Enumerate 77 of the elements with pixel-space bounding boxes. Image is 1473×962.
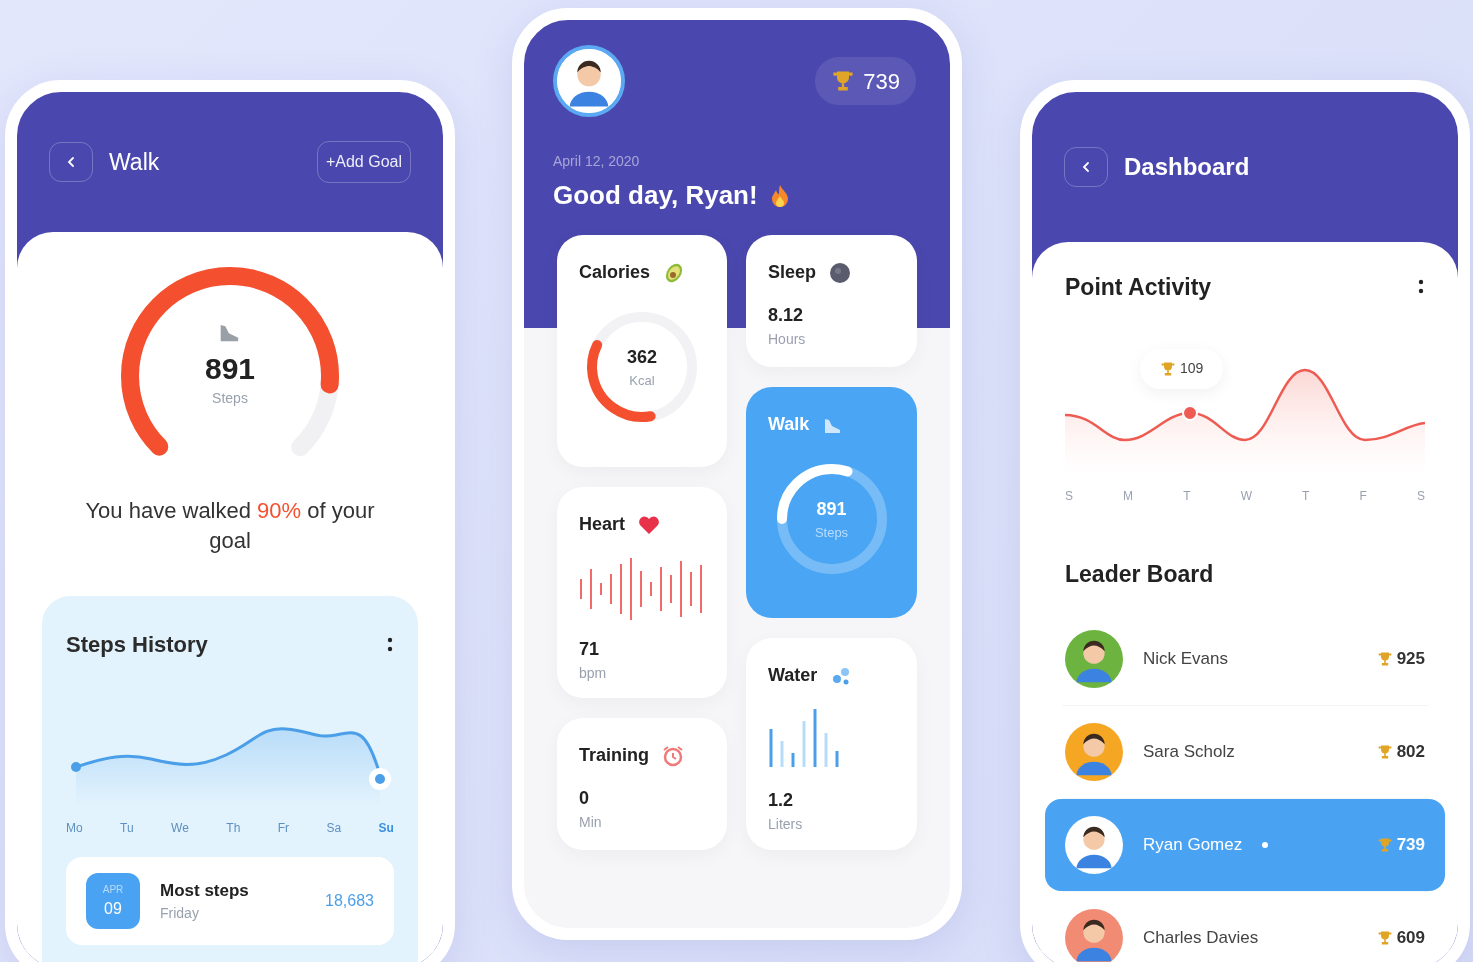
chevron-left-icon bbox=[1080, 161, 1092, 173]
online-dot-icon bbox=[1262, 842, 1269, 848]
card-value: 362 bbox=[626, 345, 657, 369]
day-label: Sa bbox=[326, 820, 342, 837]
player-name: Ryan Gomez bbox=[1143, 834, 1243, 857]
day-label: S bbox=[1065, 487, 1073, 505]
leaderboard-row[interactable]: Sara Scholz 802 bbox=[1045, 706, 1445, 798]
card-value: 0 bbox=[579, 787, 590, 810]
player-points: 609 bbox=[1396, 927, 1425, 950]
card-unit: Kcal bbox=[629, 371, 655, 390]
trophy-icon bbox=[1376, 744, 1393, 760]
trophy-icon bbox=[831, 69, 856, 93]
screen-title: Dashboard bbox=[1124, 152, 1250, 182]
card-unit: Hours bbox=[768, 330, 807, 349]
card-title: Heart bbox=[579, 513, 626, 536]
day-label: Mo bbox=[66, 820, 83, 837]
day-label: T bbox=[1302, 487, 1310, 505]
trophy-icon bbox=[1376, 837, 1393, 853]
card-title: Calories bbox=[579, 261, 651, 284]
chart-point bbox=[369, 768, 391, 790]
chevron-left-icon bbox=[65, 156, 77, 168]
moon-icon bbox=[828, 260, 853, 285]
player-name: Nick Evans bbox=[1143, 648, 1229, 671]
day-label: F bbox=[1359, 487, 1367, 505]
day-label: Th bbox=[226, 820, 241, 837]
card-value: 71 bbox=[579, 638, 601, 661]
day-label: Su bbox=[378, 820, 394, 837]
card-unit: Min bbox=[579, 813, 603, 832]
alarm-clock-icon bbox=[661, 743, 685, 768]
card-title: Walk bbox=[768, 413, 810, 436]
day-label: W bbox=[1240, 487, 1252, 505]
trophy-icon bbox=[1160, 360, 1176, 377]
chart-point bbox=[71, 762, 81, 772]
day-label: Fr bbox=[277, 820, 290, 837]
tooltip-value: 109 bbox=[1180, 359, 1204, 378]
date-text: April 12, 2020 bbox=[553, 152, 641, 171]
card-value: 8.12 bbox=[768, 304, 805, 327]
trophy-icon bbox=[1376, 651, 1393, 667]
card-unit: bpm bbox=[579, 664, 608, 683]
player-points: 925 bbox=[1396, 648, 1425, 671]
add-goal-button[interactable]: +Add Goal bbox=[316, 141, 411, 183]
most-steps-value: 18,683 bbox=[325, 891, 374, 911]
card-unit: Steps bbox=[814, 523, 849, 542]
leaderboard-row[interactable]: Nick Evans 925 bbox=[1045, 613, 1445, 705]
most-steps-day: Friday bbox=[160, 903, 306, 925]
card-title: Steps History bbox=[66, 631, 208, 659]
goal-message: You have walked 90% of your goal bbox=[85, 497, 375, 555]
card-value: 1.2 bbox=[768, 789, 795, 812]
date-month: APR bbox=[102, 882, 124, 897]
card-title: Sleep bbox=[768, 261, 817, 284]
card-unit: Liters bbox=[768, 815, 804, 834]
card-value: 891 bbox=[816, 497, 847, 521]
screen-title: Walk bbox=[109, 147, 160, 177]
trophy-icon bbox=[1376, 930, 1393, 946]
day-label: S bbox=[1416, 487, 1425, 505]
points-value: 739 bbox=[863, 67, 900, 96]
day-label: T bbox=[1183, 487, 1191, 505]
player-name: Sara Scholz bbox=[1143, 741, 1235, 764]
player-name: Charles Davies bbox=[1143, 927, 1259, 950]
chart-point bbox=[1182, 404, 1198, 421]
greeting: Good day, Ryan! bbox=[553, 179, 758, 212]
section-title: Leader Board bbox=[1064, 559, 1215, 589]
leaderboard-row[interactable]: Charles Davies 609 bbox=[1045, 892, 1445, 962]
day-label: Tu bbox=[120, 820, 134, 837]
date-day: 09 bbox=[104, 896, 122, 921]
player-points: 802 bbox=[1396, 741, 1425, 764]
day-label: M bbox=[1123, 487, 1134, 505]
flame-icon bbox=[769, 183, 790, 208]
most-steps-title: Most steps bbox=[160, 879, 250, 902]
section-title: Point Activity bbox=[1065, 273, 1212, 302]
card-title: Training bbox=[579, 744, 649, 767]
avatar bbox=[557, 49, 621, 113]
player-points: 739 bbox=[1396, 834, 1425, 857]
steps-unit: Steps bbox=[212, 388, 248, 408]
steps-value: 891 bbox=[204, 351, 256, 387]
day-label: We bbox=[171, 820, 189, 837]
card-title: Water bbox=[768, 664, 818, 687]
